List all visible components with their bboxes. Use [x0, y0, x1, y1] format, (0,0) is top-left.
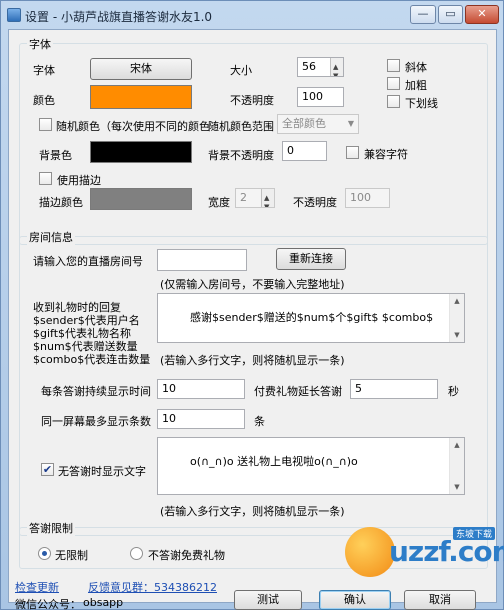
cancel-button[interactable]: 取消 [404, 590, 476, 610]
paid-extend-input[interactable]: 5 [350, 379, 438, 399]
font-color-swatch[interactable] [90, 85, 192, 109]
max-lines-label: 同一屏幕最多显示条数 [41, 415, 151, 428]
duration-label: 每条答谢持续显示时间 [41, 385, 151, 398]
idle-text-label: 无答谢时显示文字 [58, 465, 146, 478]
size-label: 大小 [230, 64, 252, 77]
random-color-checkbox[interactable] [39, 118, 52, 131]
chevron-down-icon: ▼ [347, 119, 354, 128]
watermark-logo-icon [345, 527, 395, 577]
stroke-width-input[interactable]: 2 ▲ ▼ [235, 188, 275, 208]
idle-text-value: o(∩_∩)o 送礼物上电视啦o(∩_∩)o [189, 455, 358, 468]
reply-scrollbar[interactable]: ▲ ▼ [449, 294, 464, 342]
test-button[interactable]: 测试 [234, 590, 302, 610]
seconds-unit: 秒 [448, 385, 459, 398]
reply-help-line: 收到礼物时的回复 [33, 301, 121, 314]
app-icon [7, 8, 21, 22]
close-icon[interactable]: ✕ [465, 5, 499, 24]
stroke-width-label: 宽度 [208, 196, 230, 209]
scroll-down-icon[interactable]: ▼ [452, 331, 462, 339]
random-color-label: 随机颜色（每次使用不同的颜色 [56, 120, 210, 133]
stroke-color-label: 描边颜色 [39, 196, 83, 209]
reply-template-textarea[interactable]: 感谢$sender$赠送的$num$个$gift$ $combo$ ▲ ▼ [157, 293, 465, 343]
max-lines-input[interactable]: 10 [157, 409, 245, 429]
random-range-label: 随机颜色范围 [208, 120, 274, 133]
ok-button[interactable]: 确认 [319, 590, 391, 610]
use-stroke-label: 使用描边 [57, 174, 101, 187]
size-input[interactable]: 56 ▲ ▼ [297, 57, 344, 77]
bold-label: 加粗 [405, 79, 427, 92]
room-number-input[interactable] [157, 249, 247, 271]
bg-color-swatch[interactable] [90, 141, 192, 163]
wechat-value: obsapp [83, 596, 124, 609]
underline-checkbox[interactable] [387, 95, 400, 108]
font-select-button[interactable]: 宋体 [90, 58, 192, 80]
reply-help-line: $sender$代表用户名 [33, 314, 140, 327]
bg-opacity-input[interactable]: 0 [282, 141, 327, 161]
unlimited-label: 无限制 [55, 549, 88, 562]
window-title: 设置 - 小葫芦战旗直播答谢水友1.0 [25, 10, 213, 24]
settings-window: 设置 - 小葫芦战旗直播答谢水友1.0 — ▭ ✕ 字体 字体 宋体 大小 56… [0, 0, 504, 610]
underline-label: 下划线 [405, 97, 438, 110]
idle-text-textarea[interactable]: o(∩_∩)o 送礼物上电视啦o(∩_∩)o ▲ ▼ [157, 437, 465, 495]
no-free-gift-label: 不答谢免费礼物 [148, 549, 225, 562]
font-group: 字体 字体 宋体 大小 56 ▲ ▼ 斜体 加粗 下划线 颜色 不透明度 100 … [19, 36, 488, 245]
use-stroke-checkbox[interactable] [39, 172, 52, 185]
random-range-select[interactable]: 全部颜色 ▼ [277, 114, 359, 134]
site-watermark: uzzf.com 东坡下载 [345, 527, 504, 579]
scroll-down-icon[interactable]: ▼ [452, 483, 462, 491]
opacity-label: 不透明度 [230, 94, 274, 107]
feedback-link[interactable]: 反馈意见群：534386212 [88, 579, 217, 595]
reply-help-line: $gift$代表礼物名称 [33, 327, 132, 340]
color-label: 颜色 [33, 94, 55, 107]
stroke-color-swatch[interactable] [90, 188, 192, 210]
multiline-hint: (若输入多行文字，则将随机显示一条) [160, 354, 345, 367]
watermark-badge: 东坡下载 [452, 527, 495, 540]
paid-extend-label: 付费礼物延长答谢 [254, 385, 342, 398]
size-spinner[interactable]: ▲ ▼ [330, 58, 343, 76]
unlimited-radio[interactable] [38, 547, 51, 560]
wechat-label: 微信公众号： [15, 598, 81, 610]
compat-chars-checkbox[interactable] [346, 146, 359, 159]
idle-scrollbar[interactable]: ▲ ▼ [449, 438, 464, 494]
compat-chars-label: 兼容字符 [364, 148, 408, 161]
reconnect-button[interactable]: 重新连接 [276, 248, 346, 270]
no-free-gift-radio[interactable] [130, 547, 143, 560]
duration-input[interactable]: 10 [157, 379, 245, 399]
scroll-up-icon[interactable]: ▲ [452, 441, 462, 449]
reply-help-line: $num$代表赠送数量 [33, 340, 138, 353]
random-range-value: 全部颜色 [282, 117, 326, 130]
stroke-opacity-label: 不透明度 [293, 196, 337, 209]
scroll-up-icon[interactable]: ▲ [452, 297, 462, 305]
bg-color-label: 背景色 [39, 149, 72, 162]
maximize-icon[interactable]: ▭ [438, 5, 463, 24]
room-number-label: 请输入您的直播房间号 [33, 255, 143, 268]
font-group-title: 字体 [27, 36, 53, 52]
idle-text-checkbox[interactable]: ✔ [41, 463, 54, 476]
room-group-title: 房间信息 [27, 229, 75, 245]
stroke-width-spinner[interactable]: ▲ ▼ [261, 189, 274, 207]
room-group: 房间信息 请输入您的直播房间号 重新连接 (仅需输入房间号，不要输入完整地址) … [19, 229, 488, 536]
limit-group-title: 答谢限制 [27, 520, 75, 536]
multiline-hint-2: (若输入多行文字，则将随机显示一条) [160, 505, 345, 518]
lines-unit: 条 [254, 415, 265, 428]
check-update-link[interactable]: 检查更新 [15, 579, 59, 595]
bg-opacity-label: 背景不透明度 [208, 149, 274, 162]
reply-help-line: $combo$代表连击数量 [33, 353, 151, 366]
italic-checkbox[interactable] [387, 59, 400, 72]
room-hint: (仅需输入房间号，不要输入完整地址) [160, 278, 345, 291]
minimize-icon[interactable]: — [410, 5, 436, 24]
font-label: 字体 [33, 64, 55, 77]
reply-help: 收到礼物时的回复 $sender$代表用户名 $gift$代表礼物名称 $num… [33, 301, 150, 366]
opacity-input[interactable]: 100 [297, 87, 344, 107]
title-bar: 设置 - 小葫芦战旗直播答谢水友1.0 — ▭ ✕ [1, 1, 503, 29]
reply-template-value: 感谢$sender$赠送的$num$个$gift$ $combo$ [189, 311, 434, 324]
italic-label: 斜体 [405, 61, 427, 74]
dialog-body: 字体 字体 宋体 大小 56 ▲ ▼ 斜体 加粗 下划线 颜色 不透明度 100 … [8, 29, 497, 610]
stroke-width-value: 2 [240, 191, 247, 204]
size-value: 56 [302, 60, 316, 73]
stroke-opacity-input[interactable]: 100 [345, 188, 390, 208]
bold-checkbox[interactable] [387, 77, 400, 90]
